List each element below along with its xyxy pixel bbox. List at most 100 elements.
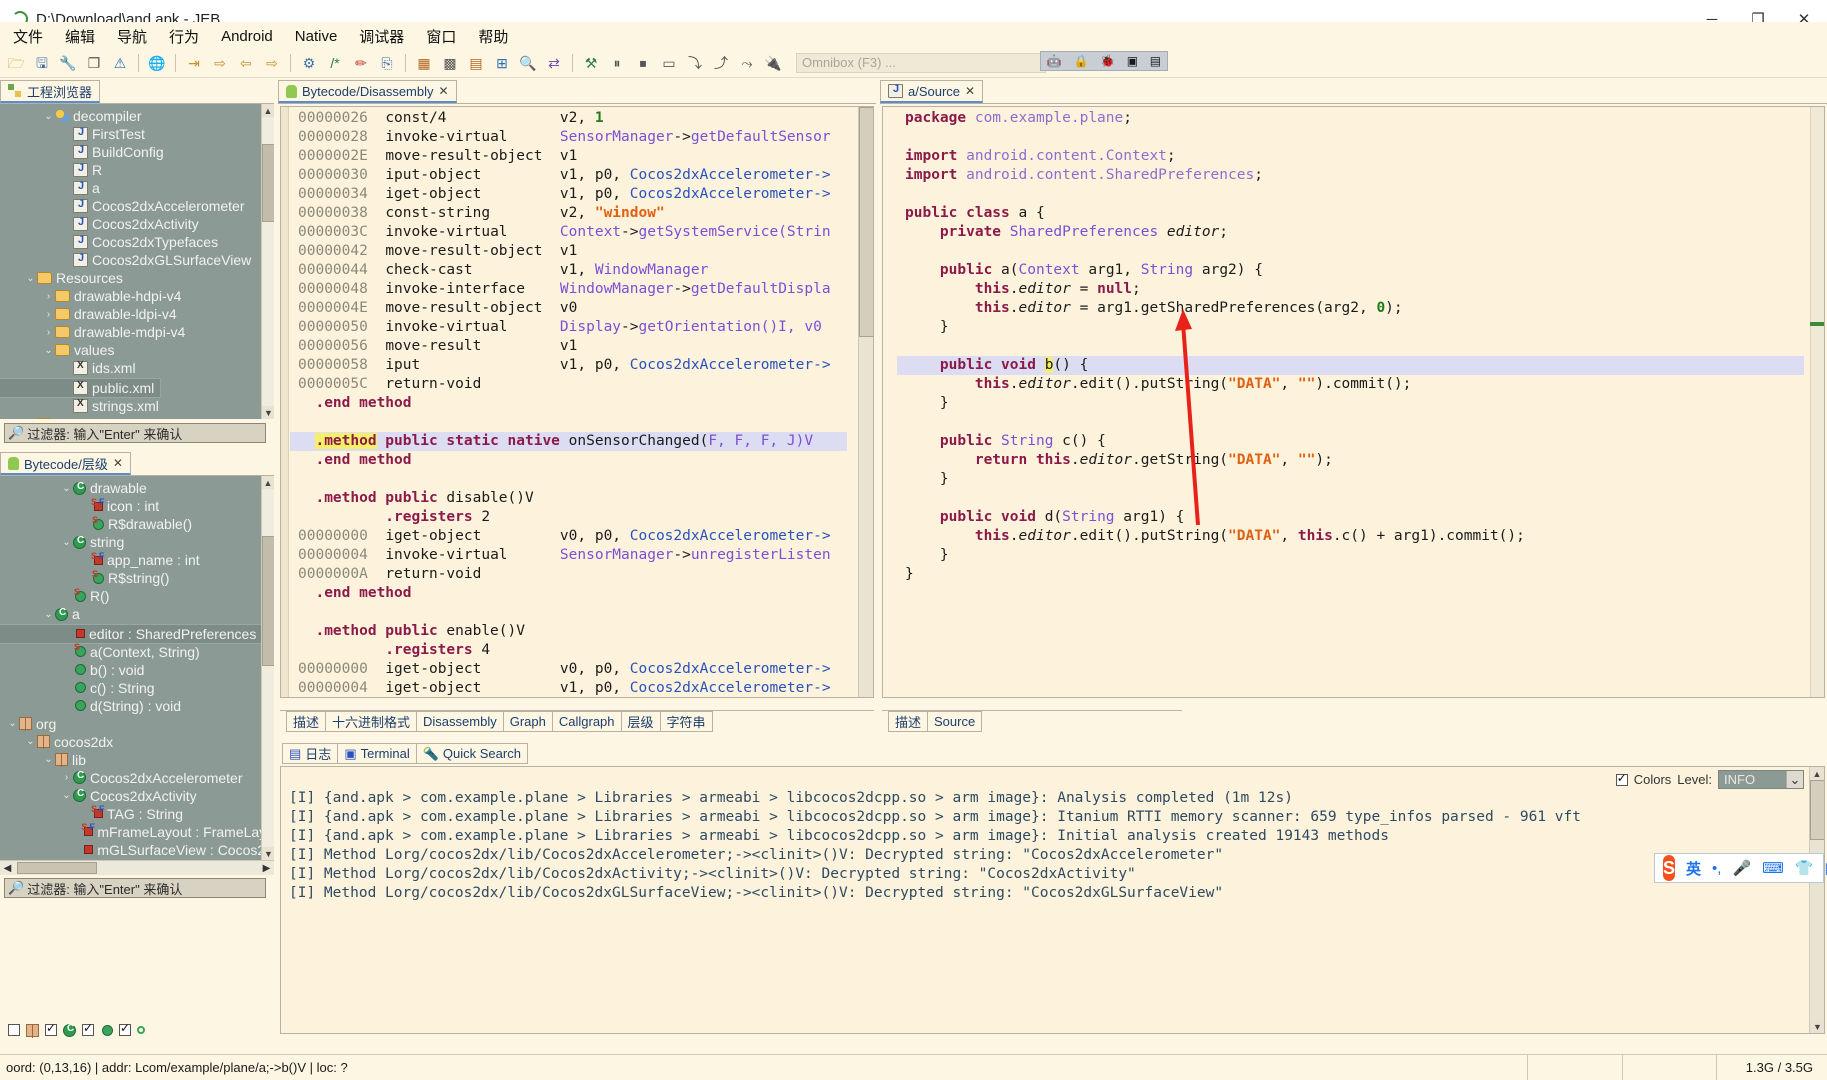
tree-item[interactable]: ⌄ Cocos2dxActivity	[0, 787, 274, 805]
tree-item[interactable]: ·Cocos2dxActivity	[0, 215, 274, 233]
search-doc-icon[interactable]: 🔍	[517, 52, 539, 74]
script-icon[interactable]: ▤	[1150, 54, 1161, 68]
tab-terminal[interactable]: ▣ Terminal	[337, 743, 417, 764]
scroll-down-icon[interactable]: ▼	[1810, 1020, 1824, 1033]
tab-quick-search[interactable]: 🔦 Quick Search	[415, 743, 528, 764]
scrollbar-thumb[interactable]	[262, 144, 274, 222]
chevron-right-icon[interactable]: ›	[60, 772, 73, 783]
module-icon[interactable]: ▩	[439, 52, 461, 74]
tab-callgraph[interactable]: Callgraph	[551, 711, 622, 732]
tree-item[interactable]: ·app_name : int	[0, 551, 274, 569]
comment-icon[interactable]: /*	[324, 52, 346, 74]
ime-microphone-icon[interactable]: 🎤	[1732, 859, 1751, 877]
tree-item[interactable]: ·mGLSurfaceView : Cocos2dxGLSu	[0, 841, 274, 859]
chip-icon[interactable]: ▣	[1127, 54, 1138, 68]
ime-keyboard-icon[interactable]: ⌨	[1762, 859, 1784, 877]
menu-file[interactable]: 文件	[2, 23, 54, 50]
tree-item[interactable]: ·R$drawable()	[0, 515, 274, 533]
tab-description[interactable]: 描述	[286, 711, 327, 732]
chevron-down-icon[interactable]: ⌄	[24, 736, 37, 747]
tab-project-explorer[interactable]: 工程浏览器	[0, 80, 101, 103]
tab-bytecode-disassembly[interactable]: Bytecode/Disassembly ✕	[278, 80, 457, 103]
tab-bytecode-hierarchy[interactable]: Bytecode/层级 ✕	[0, 452, 131, 475]
chevron-right-icon[interactable]: ›	[24, 418, 37, 419]
tree-item[interactable]: ⌄ lib	[0, 751, 274, 769]
wrench-icon[interactable]: 🔧	[57, 52, 79, 74]
source-overview-ruler[interactable]	[1810, 107, 1824, 697]
tree-item[interactable]: ·R()	[0, 587, 274, 605]
chevron-down-icon[interactable]: ⌄	[42, 609, 55, 620]
source-editor[interactable]: package com.example.plane; import androi…	[882, 106, 1825, 698]
window-icon[interactable]: ❐	[83, 52, 105, 74]
tree-item[interactable]: ·Cocos2dxAccelerometer	[0, 197, 274, 215]
open-icon[interactable]: 🗁	[5, 52, 27, 74]
bug-icon[interactable]: 🐞	[1100, 54, 1115, 68]
warning-icon[interactable]: ⚠	[109, 52, 131, 74]
tab-description[interactable]: 描述	[888, 711, 929, 732]
method-filter-checkbox[interactable]	[82, 1021, 94, 1036]
chart-icon[interactable]: ⇄	[543, 52, 565, 74]
project-explorer-tree[interactable]: ⌄decompiler·FirstTest·BuildConfig·R·a·Co…	[0, 104, 274, 419]
goto-icon[interactable]: ⇥	[183, 52, 205, 74]
tree-item[interactable]: › drawable-mdpi-v4	[0, 323, 274, 341]
plugin-icon[interactable]: 🔌	[762, 52, 784, 74]
scroll-right-icon[interactable]: ▶	[259, 863, 274, 874]
tree-item[interactable]: ·strings.xml	[0, 397, 274, 415]
decompile-icon[interactable]: ⚙	[298, 52, 320, 74]
tab-disassembly[interactable]: Disassembly	[416, 711, 504, 732]
close-icon[interactable]: ✕	[965, 84, 975, 98]
project-explorer-filter[interactable]: 🔎 过滤器: 输入"Enter" 来确认	[4, 423, 266, 443]
step-out-icon[interactable]: ⤴	[710, 52, 732, 74]
source-code-text[interactable]: package com.example.plane; import androi…	[897, 109, 1804, 697]
debug-start-icon[interactable]: ⚒	[580, 52, 602, 74]
tree-item[interactable]: › drawable-ldpi-v4	[0, 305, 274, 323]
tab-source[interactable]: Source	[927, 711, 983, 732]
menu-help[interactable]: 帮助	[467, 23, 519, 50]
chevron-down-icon[interactable]: ⌄	[60, 483, 73, 494]
project-explorer-scrollbar[interactable]: ▲ ▼	[261, 104, 274, 419]
grid-icon[interactable]: ▦	[413, 52, 435, 74]
close-icon[interactable]: ✕	[439, 84, 449, 98]
tree-item[interactable]: ·BuildConfig	[0, 143, 274, 161]
chevron-down-icon[interactable]: ⌄	[42, 345, 55, 356]
tree-item[interactable]: ·a(Context, String)	[0, 642, 274, 661]
colors-checkbox[interactable]	[1615, 771, 1628, 786]
scrollbar-thumb[interactable]	[859, 107, 873, 337]
debug-stop-icon[interactable]: ⏹	[632, 52, 654, 74]
menu-action[interactable]: 行为	[158, 23, 210, 50]
chevron-right-icon[interactable]: ›	[42, 291, 55, 302]
chevron-right-icon[interactable]: ›	[42, 309, 55, 320]
hscrollbar-thumb[interactable]	[17, 862, 97, 874]
goto-line-icon[interactable]: ⇨	[209, 52, 231, 74]
forward-icon[interactable]: ⇨	[261, 52, 283, 74]
chevron-down-icon[interactable]: ⌄	[24, 273, 37, 284]
chevron-down-icon[interactable]: ⌄	[60, 537, 73, 548]
tree-item[interactable]: › Cocos2dxAccelerometer	[0, 769, 274, 787]
scroll-down-icon[interactable]: ▼	[262, 406, 274, 419]
lock-icon[interactable]: 🔒	[1073, 54, 1088, 68]
chevron-down-icon[interactable]: ⌄	[42, 754, 55, 765]
scroll-down-icon[interactable]: ▼	[262, 847, 274, 860]
tree-item[interactable]: ·ids.xml	[0, 359, 274, 377]
tree-item[interactable]: ·icon : int	[0, 497, 274, 515]
tree-item[interactable]: ·Cocos2dxGLSurfaceView	[0, 251, 274, 269]
menu-android[interactable]: Android	[210, 25, 284, 48]
save-icon[interactable]: 🖫	[31, 52, 53, 74]
chevron-down-icon[interactable]: ⌄	[42, 111, 55, 122]
tree-item[interactable]: ·R	[0, 161, 274, 179]
tree-item[interactable]: ·editor : SharedPreferences	[0, 623, 264, 644]
bytecode-hierarchy-vscrollbar[interactable]: ▲ ▼	[261, 476, 274, 860]
ime-skin-icon[interactable]: 👕	[1795, 859, 1814, 877]
tree-item[interactable]: ⌄ drawable	[0, 479, 274, 497]
chevron-down-icon[interactable]: ⌄	[60, 790, 73, 801]
tree-item[interactable]: ⌄ org	[0, 715, 274, 733]
tab-hierarchy[interactable]: 层级	[620, 711, 661, 732]
tree-item[interactable]: ·FirstTest	[0, 125, 274, 143]
ime-language-icon[interactable]: 英	[1686, 858, 1701, 879]
menu-native[interactable]: Native	[284, 25, 349, 48]
scrollbar-thumb[interactable]	[1810, 780, 1824, 840]
android-icon[interactable]: 🤖	[1047, 54, 1062, 68]
tab-graph[interactable]: Graph	[502, 711, 553, 732]
tree-row[interactable]: ·editor : SharedPreferences	[0, 623, 274, 644]
omnibox-input[interactable]: Omnibox (F3) ...	[796, 52, 1046, 73]
